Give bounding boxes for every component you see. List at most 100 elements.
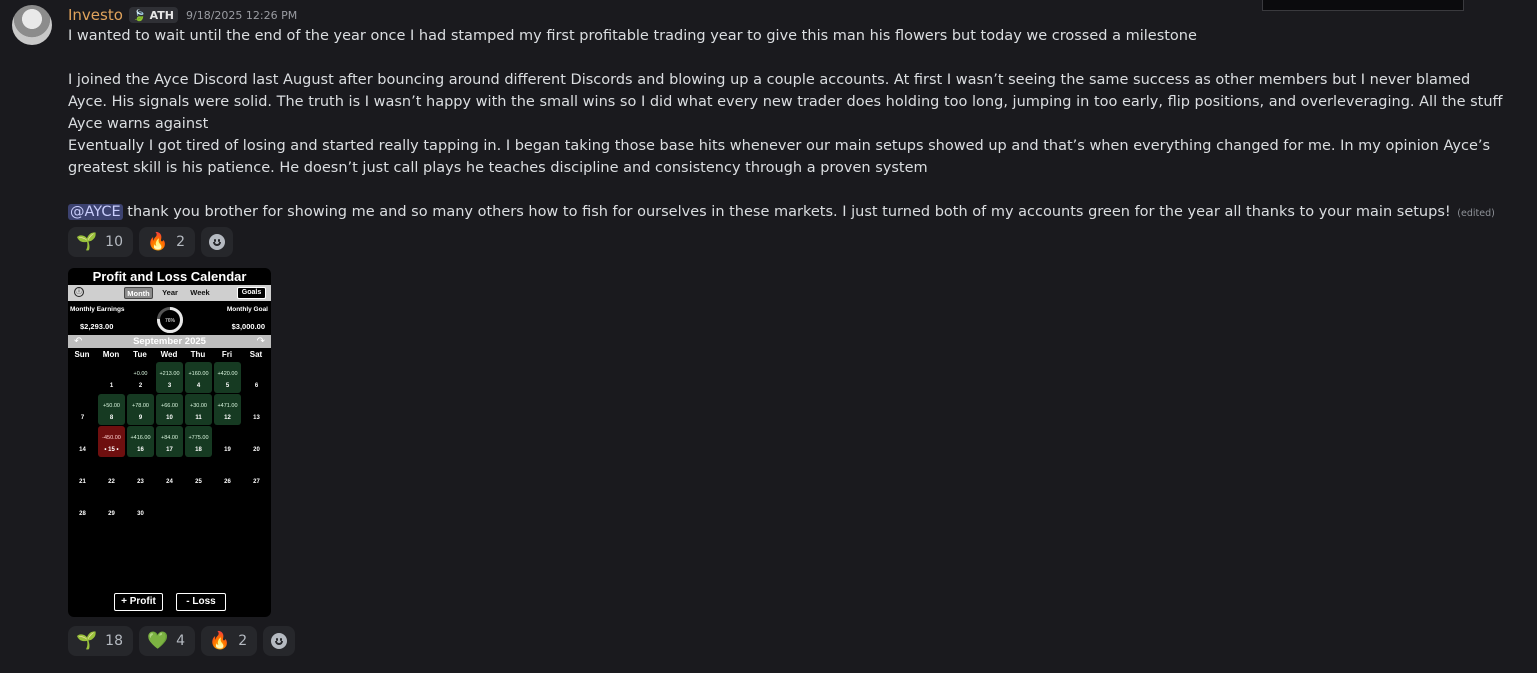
weekday-label: Mon <box>102 350 120 359</box>
day-number: 5 <box>225 383 230 389</box>
reaction-count: 18 <box>105 633 123 649</box>
weekday-label: Sun <box>74 350 90 359</box>
day-amount: +775.00 <box>188 435 209 441</box>
day-amount: +0.00 <box>133 371 148 377</box>
reaction-fire[interactable]: 🔥 2 <box>139 227 196 257</box>
reactions-bar-2: 🌱 18 💚 4 🔥 2 <box>68 626 296 656</box>
day-amount: +213.00 <box>159 371 180 377</box>
day-number: 10 <box>166 415 173 421</box>
calendar-day: 25 <box>185 458 212 489</box>
calendar-day: 7 <box>69 394 96 425</box>
day-number: 9 <box>138 415 143 421</box>
calendar-day: 13 <box>243 394 270 425</box>
fire-icon: 🔥 <box>209 630 231 651</box>
reaction-seedling[interactable]: 🌱 18 <box>68 626 133 656</box>
earnings-label: Monthly Earnings <box>70 306 125 313</box>
calendar-day: 14 <box>69 426 96 457</box>
calendar-day: +78.00 9 <box>127 394 154 425</box>
add-reaction-icon <box>209 234 226 250</box>
day-number: 1 <box>109 383 114 389</box>
calendar-day: +471.00 12 <box>214 394 241 425</box>
day-number: 6 <box>254 383 259 389</box>
goal-value: $3,000.00 <box>231 322 265 331</box>
reaction-count: 2 <box>238 633 248 649</box>
day-number: 25 <box>195 479 202 485</box>
day-number: 19 <box>224 447 231 453</box>
edited-label: (edited) <box>1457 208 1495 219</box>
day-number: 22 <box>108 479 115 485</box>
calendar-day: +420.00 5 <box>214 362 241 393</box>
calendar-day: +50.00 8 <box>98 394 125 425</box>
reaction-green-heart[interactable]: 💚 4 <box>139 626 196 656</box>
day-number: 12 <box>224 415 231 421</box>
day-amount: +160.00 <box>188 371 209 377</box>
add-reaction-button[interactable] <box>263 626 296 656</box>
day-number: 3 <box>167 383 172 389</box>
pnl-calendar-image[interactable]: Profit and Loss Calendar ⓘ Month Year We… <box>68 268 271 617</box>
role-badge[interactable]: 🍃 ATH <box>128 7 178 23</box>
calendar-day: +416.00 16 <box>127 426 154 457</box>
calendar-day: 1 <box>98 362 125 393</box>
reaction-count: 4 <box>176 633 186 649</box>
day-number: 13 <box>253 415 260 421</box>
calendar-day: +30.00 11 <box>185 394 212 425</box>
day-number: 11 <box>195 415 202 421</box>
day-number: 27 <box>253 479 260 485</box>
message-paragraph-2: I joined the Ayce Discord last August af… <box>68 72 1503 132</box>
reaction-seedling[interactable]: 🌱 10 <box>68 227 133 257</box>
weekday-label: Wed <box>160 350 178 359</box>
fire-icon: 🔥 <box>147 231 169 252</box>
green-heart-icon: 💚 <box>147 630 169 651</box>
day-number: 21 <box>79 479 86 485</box>
weekday-label: Thu <box>190 350 206 359</box>
day-amount: +420.00 <box>217 371 238 377</box>
day-number: 7 <box>80 415 85 421</box>
calendar-day: +66.00 10 <box>156 394 183 425</box>
add-loss-button: - Loss <box>176 593 226 611</box>
calendar-day: 19 <box>214 426 241 457</box>
info-icon: ⓘ <box>74 287 84 297</box>
tab-week: Week <box>190 288 210 297</box>
message-last-text: thank you brother for showing me and so … <box>127 204 1451 220</box>
day-amount: -450.00 <box>102 435 121 441</box>
progress-label: 76% <box>165 318 176 324</box>
message-paragraph-3: Eventually I got tired of losing and sta… <box>68 138 1491 176</box>
seedling-icon: 🌱 <box>76 231 98 252</box>
calendar-day: -450.00 • 15 • <box>98 426 125 457</box>
calendar-day: 30 <box>127 490 154 521</box>
message-paragraph-1: I wanted to wait until the end of the ye… <box>68 28 1197 44</box>
day-number: 23 <box>137 479 144 485</box>
reaction-count: 10 <box>105 234 123 250</box>
tab-year: Year <box>162 288 178 297</box>
calendar-day: +84.00 17 <box>156 426 183 457</box>
timestamp: 9/18/2025 12:26 PM <box>186 8 298 22</box>
add-profit-button: + Profit <box>114 593 163 611</box>
day-number: 28 <box>79 511 86 517</box>
calendar-day: 29 <box>98 490 125 521</box>
next-month-icon: ↷ <box>256 336 265 347</box>
day-amount: +30.00 <box>190 403 207 409</box>
reaction-fire[interactable]: 🔥 2 <box>201 626 258 656</box>
embedded-media-strip <box>1262 0 1464 11</box>
message-paragraph-4: @AYCE thank you brother for showing me a… <box>68 201 1508 225</box>
calendar-day: 22 <box>98 458 125 489</box>
reaction-count: 2 <box>176 234 186 250</box>
calendar-day: +213.00 3 <box>156 362 183 393</box>
earnings-value: $2,293.00 <box>80 322 114 331</box>
user-mention[interactable]: @AYCE <box>68 204 123 220</box>
calendar-day: 23 <box>127 458 154 489</box>
day-number: 14 <box>79 447 86 453</box>
calendar-day: 28 <box>69 490 96 521</box>
day-number: 4 <box>196 383 201 389</box>
role-label: ATH <box>149 8 174 22</box>
day-number: 30 <box>137 511 144 517</box>
day-number: 20 <box>253 447 260 453</box>
username[interactable]: Investo <box>68 6 123 24</box>
add-reaction-button[interactable] <box>201 227 234 257</box>
avatar[interactable] <box>12 5 52 45</box>
message-header: Investo 🍃 ATH 9/18/2025 12:26 PM <box>68 5 297 25</box>
day-number: 18 <box>195 447 202 453</box>
calendar-day: 21 <box>69 458 96 489</box>
seedling-icon: 🌱 <box>76 630 98 651</box>
month-bar: ↶ September 2025 ↷ <box>68 335 271 348</box>
